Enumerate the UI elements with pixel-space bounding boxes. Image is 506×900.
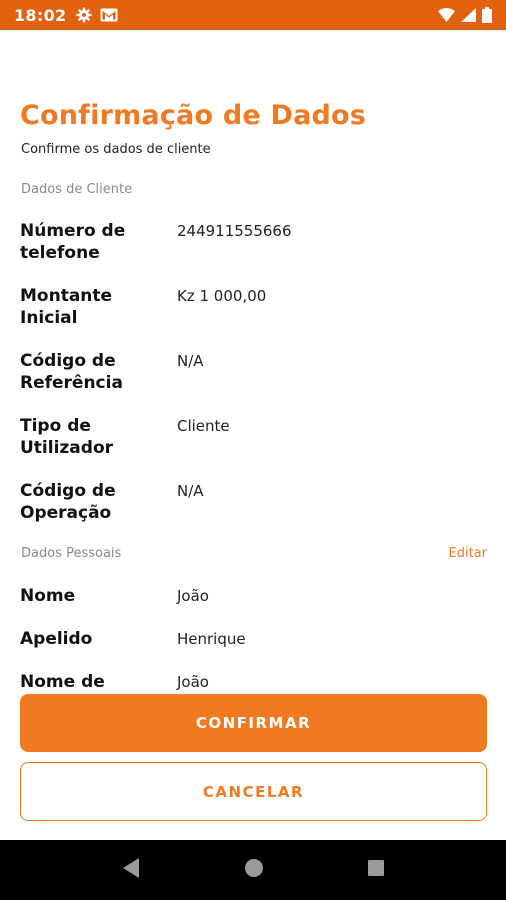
- row-label-operation: Código de Operação: [20, 481, 116, 523]
- section-label-personal: Dados Pessoais: [21, 546, 122, 561]
- page-title: Confirmação de Dados: [20, 100, 367, 131]
- page-subtitle: Confirme os dados de cliente: [21, 142, 211, 157]
- status-bar: 18:02: [0, 0, 506, 30]
- gmail-icon: [100, 8, 118, 22]
- row-label-phone: Número de telefone: [20, 221, 126, 263]
- gear-icon: [76, 7, 92, 23]
- cancel-button[interactable]: CANCELAR: [20, 762, 487, 821]
- wifi-icon: [438, 8, 455, 22]
- row-value-reference: N/A: [177, 352, 204, 370]
- battery-icon: [482, 7, 492, 23]
- row-label-user-type: Tipo de Utilizador: [20, 416, 114, 458]
- back-icon[interactable]: [121, 857, 141, 883]
- row-value-user-type: Cliente: [177, 417, 230, 435]
- recents-icon[interactable]: [367, 859, 385, 881]
- row-label-name: Nome: [20, 586, 76, 606]
- navigation-bar: [0, 840, 506, 900]
- row-value-surname: Henrique: [177, 630, 246, 648]
- row-value-phone: 244911555666: [177, 222, 292, 240]
- status-right-icons: [438, 7, 492, 23]
- row-value-name: João: [177, 587, 209, 605]
- row-label-reference: Código de Referência: [20, 351, 123, 393]
- edit-link[interactable]: Editar: [449, 546, 488, 561]
- status-time: 18:02: [14, 5, 67, 25]
- section-label-client: Dados de Cliente: [21, 182, 133, 197]
- status-left-icons: [76, 7, 118, 23]
- home-icon[interactable]: [244, 858, 264, 882]
- row-value-amount: Kz 1 000,00: [177, 287, 267, 305]
- row-label-amount: Montante Inicial: [20, 286, 113, 328]
- confirm-button[interactable]: CONFIRMAR: [20, 694, 487, 752]
- row-label-surname: Apelido: [20, 629, 93, 649]
- signal-icon: [461, 8, 476, 22]
- row-value-operation: N/A: [177, 482, 204, 500]
